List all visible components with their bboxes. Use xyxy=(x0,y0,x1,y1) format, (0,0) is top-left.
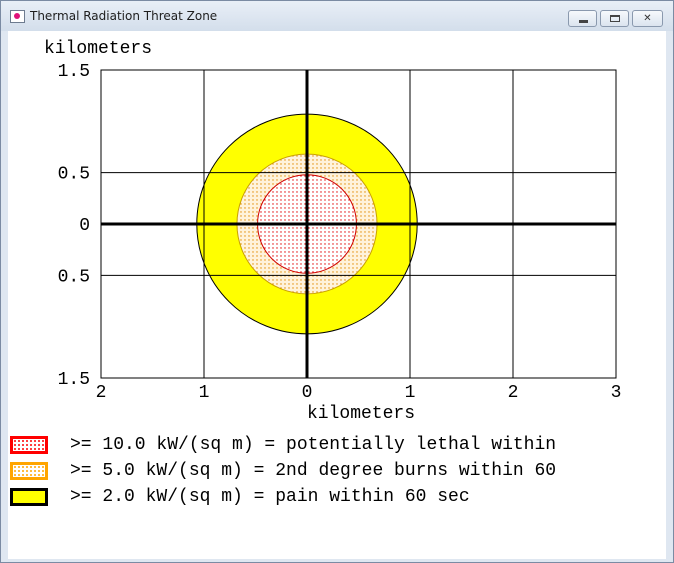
y-tick-label: 1.5 xyxy=(58,62,90,82)
close-icon: ✕ xyxy=(643,13,652,24)
x-tick-label: 3 xyxy=(611,383,622,403)
maximize-icon xyxy=(610,15,620,22)
x-tick-label: 2 xyxy=(508,383,519,403)
legend-text: >= 10.0 kW/(sq m) = potentially lethal w… xyxy=(70,435,557,455)
y-tick-label: 0 xyxy=(79,216,90,236)
title-bar[interactable]: Thermal Radiation Threat Zone ✕ xyxy=(1,1,673,31)
legend-swatch xyxy=(10,436,48,454)
app-icon[interactable] xyxy=(10,10,25,23)
grid-layer xyxy=(100,69,617,379)
y-tick-label: 0.5 xyxy=(58,267,90,287)
threat-zone-plot: kilometers kilometers 2 1 0 1 2 3 1.5 0.5 0 0.5 1.… xyxy=(44,39,622,424)
minimize-icon xyxy=(579,20,588,23)
window-title: Thermal Radiation Threat Zone xyxy=(30,9,218,23)
x-axis-label: kilometers xyxy=(307,404,415,424)
app-window: Thermal Radiation Threat Zone ✕ kilomete… xyxy=(0,0,674,563)
minimize-button[interactable] xyxy=(568,10,597,27)
x-tick-label: 0 xyxy=(302,383,313,403)
y-tick-label: 1.5 xyxy=(58,370,90,390)
x-tick-label: 2 xyxy=(96,383,107,403)
x-tick-label: 1 xyxy=(405,383,416,403)
legend-text: >= 2.0 kW/(sq m) = pain within 60 sec xyxy=(70,487,470,507)
close-button[interactable]: ✕ xyxy=(632,10,663,27)
legend-swatch xyxy=(10,488,48,506)
legend-swatch xyxy=(10,462,48,480)
x-tick-label: 1 xyxy=(199,383,210,403)
y-axis-label: kilometers xyxy=(44,39,152,59)
maximize-button[interactable] xyxy=(600,10,629,27)
legend-text: >= 5.0 kW/(sq m) = 2nd degree burns with… xyxy=(70,461,557,481)
threat-zone-panel: kilometers kilometers 2 1 0 1 2 3 1.5 0.5 0 0.5 1.… xyxy=(8,31,666,559)
y-tick-label: 0.5 xyxy=(58,165,90,185)
